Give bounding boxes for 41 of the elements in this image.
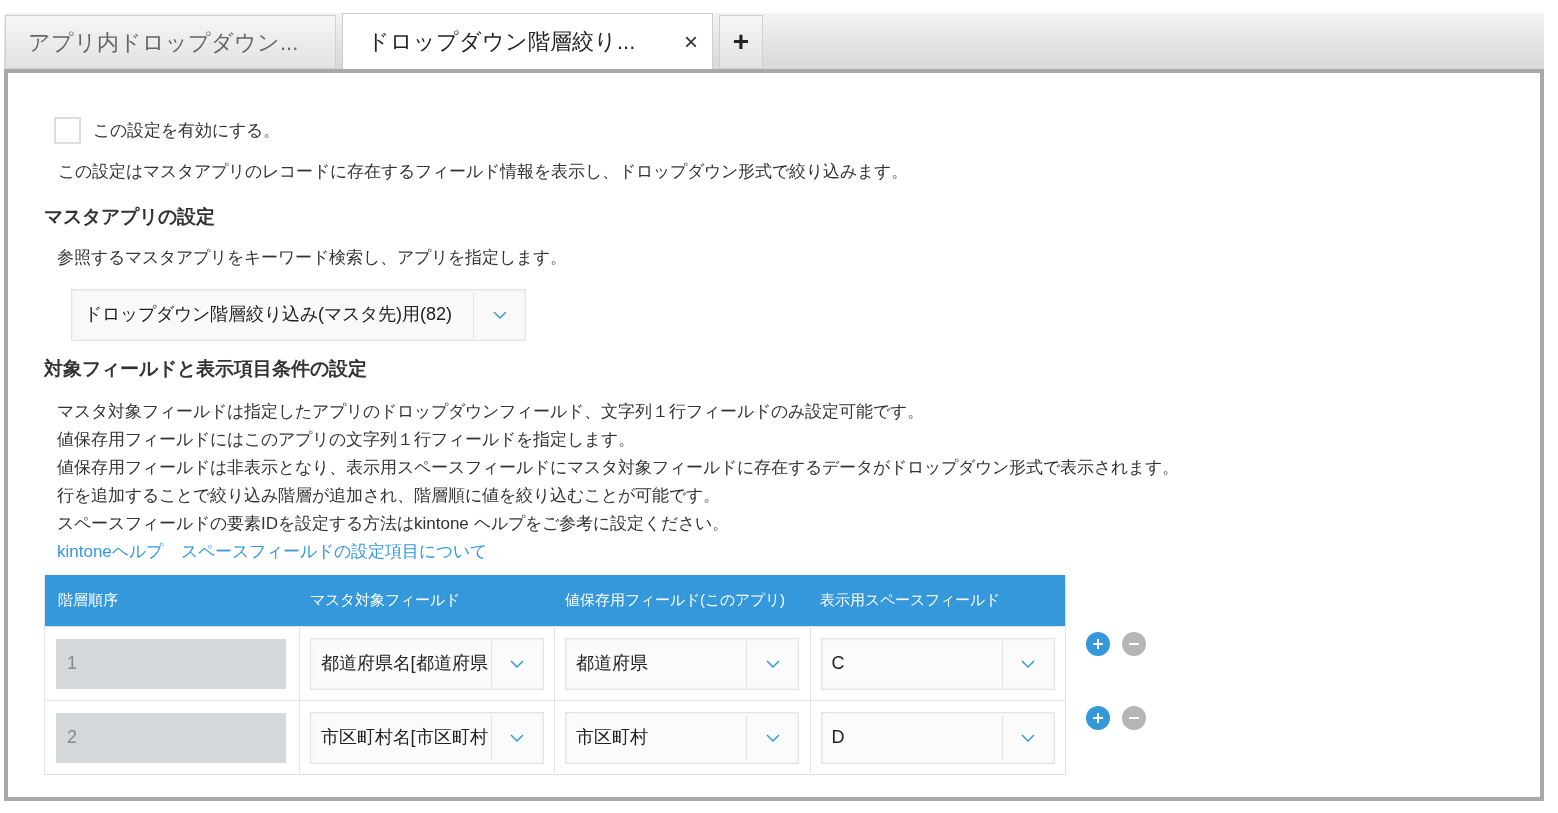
chevron-down-icon bbox=[509, 732, 525, 743]
dropdown[interactable]: C bbox=[820, 637, 1055, 690]
dropdown[interactable]: 市区町村名[市区町村 bbox=[309, 711, 544, 764]
chevron-down-icon bbox=[1020, 732, 1036, 743]
add-row-button[interactable] bbox=[1086, 632, 1110, 656]
chevron-down-icon bbox=[491, 309, 508, 320]
order-field: 1 bbox=[56, 638, 286, 689]
section-heading: 対象フィールドと表示項目条件の設定 bbox=[44, 356, 368, 381]
dropdown[interactable]: 都道府県名[都道府県 bbox=[309, 637, 544, 690]
dropdown[interactable]: 都道府県 bbox=[565, 637, 799, 690]
chevron-down-icon bbox=[764, 658, 781, 669]
description-text: 参照するマスタアプリをキーワード検索し、アプリを指定します。 bbox=[57, 247, 568, 269]
column-header: 値保存用フィールド(このアプリ) bbox=[564, 590, 786, 611]
order-field: 2 bbox=[56, 712, 286, 763]
chevron-down-icon bbox=[764, 732, 781, 743]
description-text: 値保存用フィールドにはこのアプリの文字列１行フィールドを指定します。 bbox=[57, 429, 636, 451]
tab[interactable]: アプリ内ドロップダウン... bbox=[5, 15, 336, 69]
description-text: マスタ対象フィールドは指定したアプリのドロップダウンフィールド、文字列１行フィールドのみ設定可能です。 bbox=[57, 401, 925, 423]
checkbox[interactable] bbox=[54, 117, 81, 144]
plus-icon bbox=[1091, 711, 1105, 725]
add-row-button[interactable] bbox=[1086, 706, 1110, 730]
column-header: 表示用スペースフィールド bbox=[819, 590, 1001, 611]
column-header: マスタ対象フィールド bbox=[309, 590, 461, 611]
dropdown[interactable]: 市区町村 bbox=[565, 711, 799, 764]
add-tab-button[interactable]: + bbox=[719, 15, 763, 69]
description-text: 値保存用フィールドは非表示となり、表示用スペースフィールドにマスタ対象フィールドに存在するデータがドロップダウン形式で表示されます。 bbox=[57, 457, 1180, 479]
description-text: スペースフィールドの要素IDを設定する方法はkintone ヘルプをご参考に設定ください。 bbox=[57, 513, 730, 535]
close-tab-button[interactable]: × bbox=[684, 29, 698, 54]
plus-icon bbox=[1091, 637, 1105, 651]
tab[interactable]: ドロップダウン階層絞り... × bbox=[342, 13, 713, 69]
chevron-down-icon bbox=[509, 658, 525, 669]
column-header: 階層順序 bbox=[57, 590, 119, 611]
checkbox-label: この設定を有効にする。 bbox=[93, 119, 280, 142]
description-text: 行を追加することで絞り込み階層が追加され、階層順に値を絞り込むことが可能です。 bbox=[57, 485, 721, 507]
remove-row-button[interactable] bbox=[1122, 706, 1146, 730]
section-heading: マスタアプリの設定 bbox=[44, 204, 216, 229]
app-select[interactable]: ドロップダウン階層絞り込み(マスタ先)用(82) bbox=[71, 288, 526, 341]
dropdown[interactable]: D bbox=[820, 711, 1055, 764]
remove-row-button[interactable] bbox=[1122, 632, 1146, 656]
chevron-down-icon bbox=[1020, 658, 1036, 669]
description-text: この設定はマスタアプリのレコードに存在するフィールド情報を表示し、ドロップダウン形式で絞り込みます。 bbox=[58, 161, 909, 183]
